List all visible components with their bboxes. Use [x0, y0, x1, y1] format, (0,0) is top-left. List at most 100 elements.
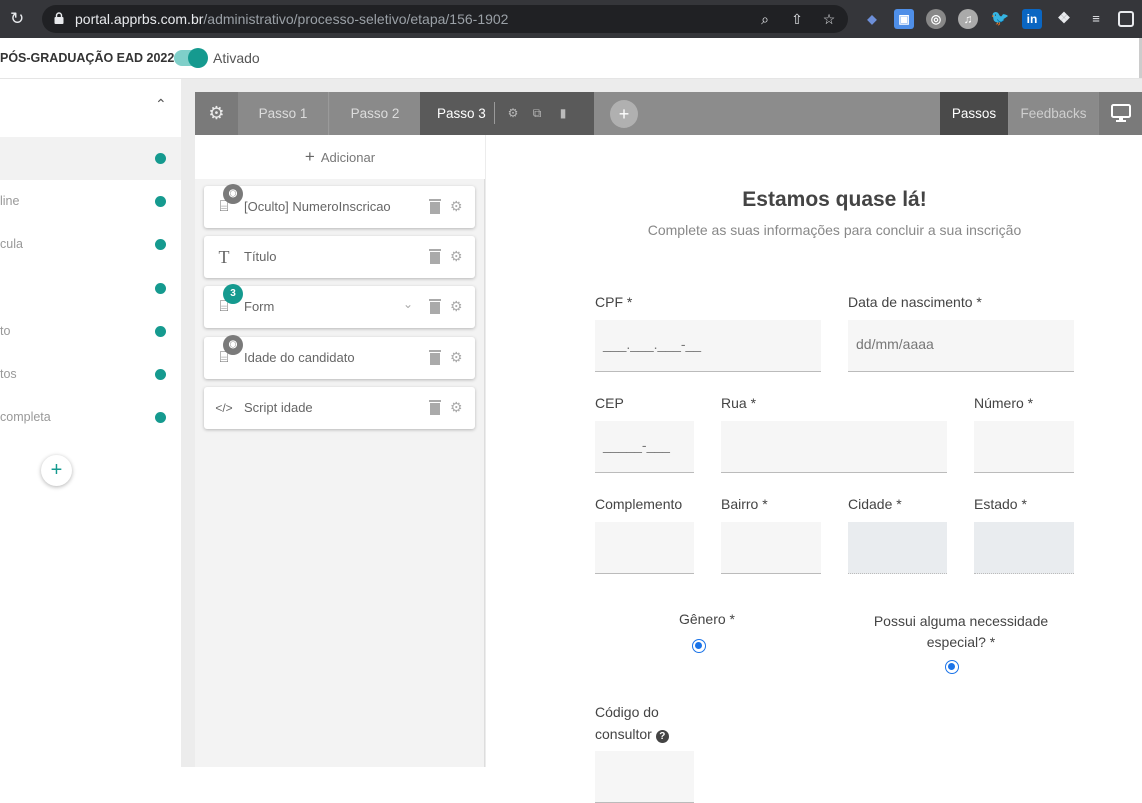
address-bar[interactable]: portal.apprbs.com.br/administrativo/proc… [42, 5, 848, 33]
sidebar-item-label: completa [0, 410, 51, 424]
gear-icon[interactable]: ⚙ [195, 92, 238, 135]
sidebar-item-label: line [0, 194, 20, 208]
tab-passo-1[interactable]: Passo 1 [238, 92, 329, 135]
help-icon[interactable]: ? [655, 730, 669, 743]
numero-input[interactable] [974, 421, 1074, 473]
tab-label: Passo 3 [437, 106, 486, 121]
sidebar-item[interactable]: tos [0, 353, 181, 396]
sidebar-item-label: tos [0, 367, 17, 381]
complemento-label: Complemento [595, 496, 683, 512]
url-text: portal.apprbs.com.br/administrativo/proc… [75, 11, 509, 27]
cpf-label: CPF * [595, 294, 633, 310]
extensions-puzzle-icon[interactable]: ❖ [1054, 9, 1074, 29]
estado-label: Estado * [974, 496, 1027, 512]
status-dot [155, 412, 166, 423]
tab-passo-3[interactable]: Passo 3 ⚙ ⧉ ▮ [420, 92, 594, 135]
component-label: Idade do candidato [244, 350, 355, 365]
component-item[interactable]: T Título ⚙ [204, 236, 475, 278]
trash-icon[interactable]: ▮ [556, 92, 570, 135]
components-panel: + Adicionar ⌸ ◉ [Oculto] NumeroInscricao … [195, 135, 485, 767]
status-dot [155, 153, 166, 164]
extension-diamond-icon[interactable]: ◆ [862, 9, 882, 29]
star-icon[interactable]: ☆ [820, 10, 838, 28]
genero-radio[interactable] [692, 639, 706, 653]
necessidade-radio[interactable] [945, 660, 959, 674]
add-component-label: Adicionar [320, 150, 376, 165]
side-panel-icon[interactable] [1118, 11, 1134, 27]
gear-icon[interactable]: ⚙ [450, 399, 463, 416]
linkedin-icon[interactable]: in [1022, 9, 1042, 29]
trash-icon[interactable] [429, 299, 441, 314]
trash-icon[interactable] [429, 249, 441, 264]
dob-input[interactable]: dd/mm/aaaa [848, 320, 1074, 372]
code-icon: </> [215, 401, 233, 415]
gear-icon[interactable]: ⚙ [450, 198, 463, 215]
duplicate-icon[interactable]: ⧉ [530, 92, 544, 135]
status-dot [155, 369, 166, 380]
toggle-label: Ativado [213, 50, 260, 66]
bairro-input[interactable] [721, 522, 821, 574]
add-component-button[interactable]: + Adicionar [195, 135, 485, 179]
zoom-icon[interactable]: ⌕ [756, 10, 774, 28]
sidebar-item[interactable]: line [0, 180, 181, 223]
codigo-label-text: consultor [595, 726, 652, 742]
preview-title: Estamos quase lá! [742, 188, 927, 211]
cep-label: CEP [595, 395, 624, 411]
component-item[interactable]: ⌸ 3 Form ⌄ ⚙ [204, 284, 475, 328]
status-dot [155, 239, 166, 250]
component-item[interactable]: ⌸ ◉ [Oculto] NumeroInscricao ⚙ [204, 184, 475, 228]
component-item[interactable]: </> Script idade ⚙ [204, 387, 475, 429]
cidade-input[interactable] [848, 522, 947, 574]
sidebar-item[interactable] [0, 137, 181, 180]
status-dot [155, 196, 166, 207]
complemento-input[interactable] [595, 522, 694, 574]
sidebar-item[interactable]: to [0, 310, 181, 353]
chevron-down-icon[interactable]: ⌄ [403, 297, 413, 311]
gear-icon[interactable]: ⚙ [450, 248, 463, 265]
bairro-label: Bairro * [721, 496, 768, 512]
trash-icon[interactable] [429, 350, 441, 365]
text-icon: T [218, 247, 230, 267]
add-stage-button[interactable]: + [41, 455, 72, 486]
rua-input[interactable] [721, 421, 947, 473]
share-icon[interactable]: ⇧ [788, 10, 806, 28]
sidebar-item[interactable] [0, 267, 181, 310]
tab-passos[interactable]: Passos [940, 92, 1008, 135]
extension-blue-icon[interactable]: ▣ [894, 9, 914, 29]
component-item[interactable]: ⌸ ◉ Idade do candidato ⚙ [204, 335, 475, 379]
sidebar-item[interactable]: cula [0, 223, 181, 266]
app-header: PÓS-GRADUAÇÃO EAD 2022 Ativado [0, 38, 1142, 79]
codigo-label-line1: Código do [595, 704, 659, 720]
stages-sidebar: ⌃ line cula to tos completa + [0, 79, 181, 767]
gear-icon[interactable]: ⚙ [450, 349, 463, 366]
gear-icon[interactable]: ⚙ [506, 92, 520, 135]
trash-icon[interactable] [429, 400, 441, 415]
tab-feedbacks[interactable]: Feedbacks [1009, 92, 1098, 135]
reading-list-icon[interactable]: ≡ [1086, 9, 1106, 29]
estado-input[interactable] [974, 522, 1074, 574]
reload-icon[interactable]: ↻ [10, 10, 28, 28]
chevron-up-icon[interactable]: ⌃ [155, 96, 167, 113]
steps-toolbar: ⚙ Passo 1 Passo 2 Passo 3 ⚙ ⧉ ▮ + Passos… [195, 92, 1142, 135]
sidebar-item[interactable]: completa [0, 396, 181, 439]
tab-passo-2[interactable]: Passo 2 [330, 92, 420, 135]
add-step-button[interactable]: + [610, 100, 638, 128]
active-toggle[interactable] [174, 48, 208, 68]
preview-monitor-icon[interactable] [1099, 92, 1142, 135]
dob-label: Data de nascimento * [848, 294, 982, 310]
extension-globe-icon[interactable]: ◎ [926, 9, 946, 29]
rua-label: Rua * [721, 395, 757, 411]
genero-label: Gênero * [678, 611, 736, 627]
necessidade-label: Possui alguma necessidade especial? * [873, 613, 1049, 650]
trash-icon[interactable] [429, 199, 441, 214]
gear-icon[interactable]: ⚙ [450, 298, 463, 315]
status-dot [155, 283, 166, 294]
cidade-label: Cidade * [848, 496, 902, 512]
cpf-input[interactable]: ___.___.___-__ [595, 320, 821, 372]
cep-input[interactable]: _____-___ [595, 421, 694, 473]
component-label: [Oculto] NumeroInscricao [244, 199, 391, 214]
twitter-icon[interactable]: 🐦 [990, 9, 1010, 29]
sidebar-item-label: to [0, 324, 11, 338]
codigo-consultor-input[interactable] [595, 751, 694, 803]
extension-music-icon[interactable]: ♫ [958, 9, 978, 29]
